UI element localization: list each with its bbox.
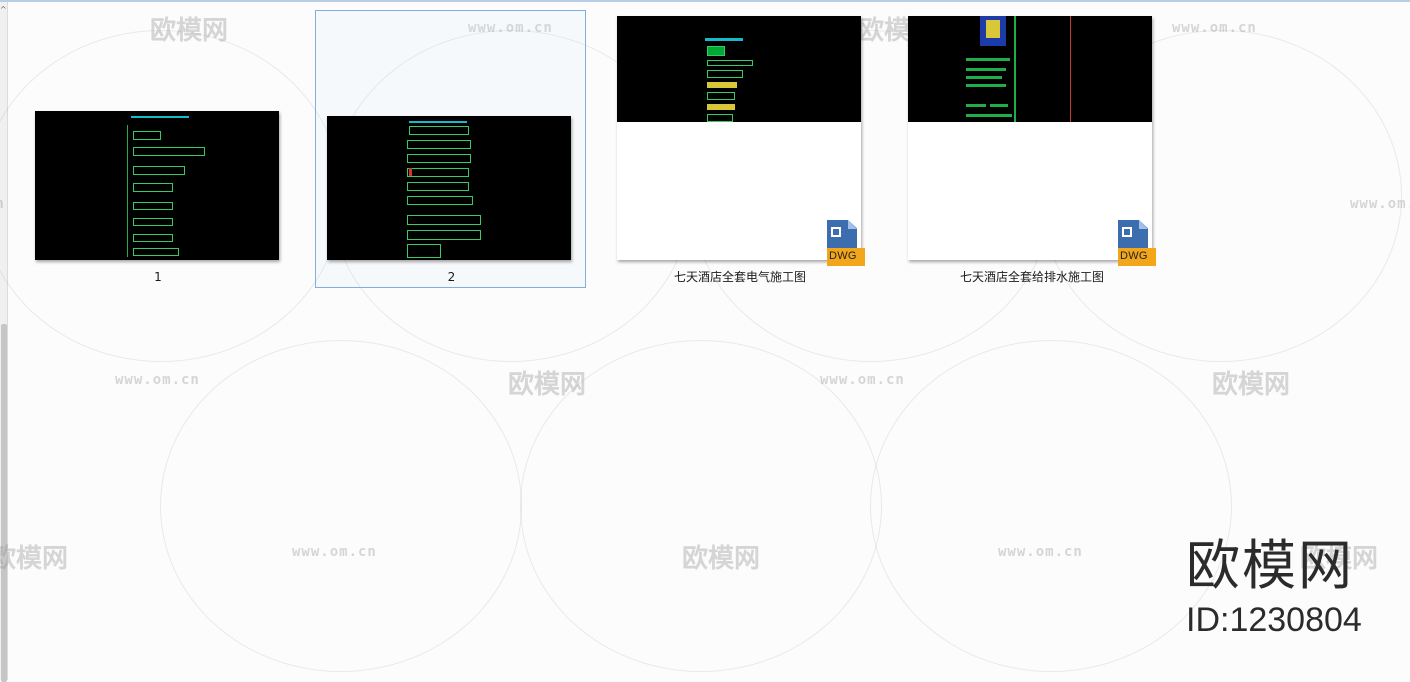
watermark-url: www.om.cn [998,544,1083,560]
dwg-badge-label: DWG [1120,250,1148,262]
scrollbar-thumb[interactable] [1,324,7,682]
file-name: 七天酒店全套电气施工图 [673,270,806,284]
dwg-file-icon: DWG [1118,220,1156,266]
watermark-url: www.om.cn [115,372,200,388]
brand-name: 欧模网 [1186,534,1354,597]
watermark-circle [870,340,1232,672]
watermark-brand: 欧模网 [0,544,69,574]
watermark-url: www.om.cn [292,544,377,560]
watermark-url: www.om.cn [1350,196,1410,212]
file-name: 七天酒店全套给排水施工图 [959,270,1104,284]
watermark-circle [160,340,522,672]
watermark-url: www.om.cn [1172,20,1257,36]
file-name: 2 [447,270,456,284]
watermark-url: www.om.cn [820,372,905,388]
file-thumbnail [327,116,571,260]
dwg-badge-label: DWG [829,250,857,262]
file-name: 1 [154,270,162,284]
scroll-up-arrow-icon[interactable]: ^ [0,6,7,14]
file-tile-3[interactable]: DWG 七天酒店全套电气施工图 [606,10,874,288]
dwg-file-icon: DWG [827,220,865,266]
watermark-brand: 欧模网 [1212,370,1291,400]
brand-id: ID:1230804 [1186,601,1362,639]
file-thumbnail [617,16,861,260]
window-top-edge [0,0,1410,2]
watermark-brand: 欧模网 [508,370,587,400]
file-thumbnail [908,16,1152,260]
watermark-circle [520,340,882,672]
watermark-brand: 欧模网 [682,544,761,574]
file-thumbnail [35,111,279,260]
file-tile-4[interactable]: DWG 七天酒店全套给排水施工图 [897,10,1167,288]
file-tile-2[interactable]: 2 [315,10,586,288]
left-scrollbar[interactable]: ^ [0,2,8,682]
file-tile-1[interactable]: 1 [24,10,292,288]
